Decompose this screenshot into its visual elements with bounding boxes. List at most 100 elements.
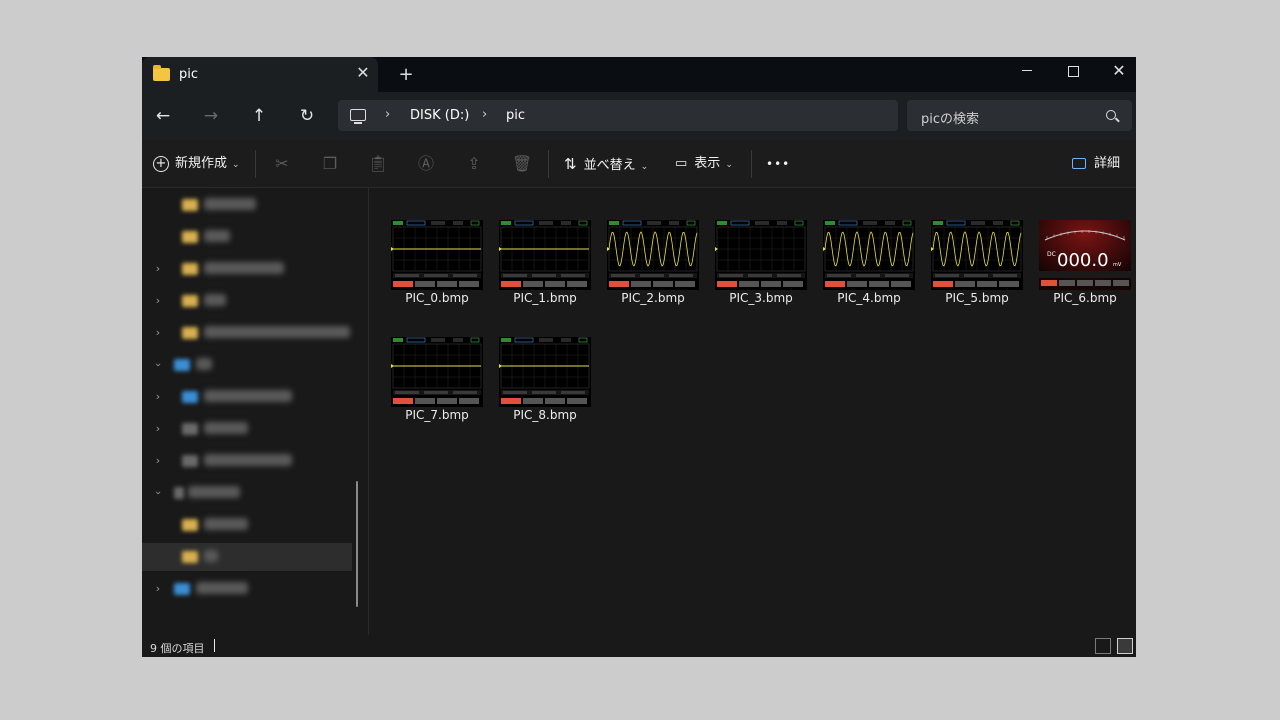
- tree-item[interactable]: ›: [142, 415, 352, 443]
- file-thumbnail: DC 000.0 mV: [1039, 220, 1131, 290]
- large-icons-view-button[interactable]: [1117, 638, 1133, 654]
- explorer-window: pic ✕ + ✕ ← → ↑ ↻ › DISK (D:) › pic picの…: [142, 57, 1136, 657]
- drive-icon: [174, 487, 184, 499]
- file-name: PIC_1.bmp: [513, 291, 577, 305]
- tree-item[interactable]: [142, 191, 352, 219]
- view-icon: ▭: [675, 156, 688, 171]
- thumbnail-image: [499, 337, 591, 407]
- sidebar-scrollbar[interactable]: [356, 481, 358, 607]
- share-icon[interactable]: ⇪: [458, 148, 490, 180]
- file-item[interactable]: PIC_5.bmp: [925, 218, 1029, 328]
- tree-item-label: [196, 358, 212, 370]
- tree-item[interactable]: ›: [142, 351, 352, 379]
- refresh-icon[interactable]: ↻: [291, 102, 323, 130]
- tree-item[interactable]: [142, 511, 352, 539]
- svg-text:000.0: 000.0: [1057, 250, 1109, 271]
- search-input[interactable]: picの検索: [907, 100, 1132, 131]
- network-icon: [174, 583, 190, 595]
- tab-pic[interactable]: pic ✕: [142, 57, 378, 92]
- file-list: PIC_0.bmp PIC_1.bmp PIC_2.bmp PIC_3.bmp PIC_…: [369, 188, 1136, 635]
- chevron-down-icon: ⌄: [640, 162, 649, 172]
- status-bar: 9 個の項目: [142, 635, 1136, 657]
- breadcrumb-disk[interactable]: DISK (D:): [410, 108, 469, 123]
- details-pane-button[interactable]: 詳細: [1072, 148, 1120, 180]
- chevron-down-icon[interactable]: ›: [150, 358, 166, 372]
- file-thumbnail: [931, 220, 1023, 290]
- chevron-right-icon[interactable]: ›: [151, 581, 165, 597]
- paste-icon[interactable]: 📋︎: [362, 148, 394, 180]
- minimize-button[interactable]: [1004, 57, 1050, 87]
- thumbnail-image: [391, 220, 483, 290]
- folder-icon: [182, 551, 198, 563]
- more-options-button[interactable]: •••: [766, 148, 790, 180]
- new-button[interactable]: + 新規作成 ⌄: [153, 148, 240, 180]
- tree-item[interactable]: ›: [142, 255, 352, 283]
- tree-item-label: [204, 326, 350, 338]
- tree-item-label: [204, 198, 256, 210]
- view-button[interactable]: ▭ 表示 ⌄: [675, 148, 733, 180]
- sort-button[interactable]: ⇅ 並べ替え ⌄: [564, 148, 648, 180]
- chevron-right-icon[interactable]: ›: [151, 453, 165, 469]
- chevron-right-icon[interactable]: ›: [151, 325, 165, 341]
- close-window-button[interactable]: ✕: [1096, 57, 1136, 87]
- file-item[interactable]: PIC_2.bmp: [601, 218, 705, 328]
- title-bar: pic ✕ + ✕: [142, 57, 1136, 92]
- file-name: PIC_2.bmp: [621, 291, 685, 305]
- maximize-button[interactable]: [1050, 57, 1096, 87]
- chevron-right-icon[interactable]: ›: [385, 107, 390, 122]
- tree-item[interactable]: [142, 223, 352, 251]
- file-item[interactable]: PIC_4.bmp: [817, 218, 921, 328]
- chevron-right-icon[interactable]: ›: [151, 421, 165, 437]
- chevron-right-icon[interactable]: ›: [151, 293, 165, 309]
- file-item[interactable]: DC 000.0 mV PIC_6.bmp: [1033, 218, 1136, 328]
- breadcrumb-pic[interactable]: pic: [506, 108, 525, 123]
- chevron-down-icon: ⌄: [232, 160, 240, 170]
- search-icon[interactable]: [1106, 110, 1116, 120]
- thumbnail-image: [715, 220, 807, 290]
- file-item[interactable]: PIC_3.bmp: [709, 218, 813, 328]
- address-bar[interactable]: › DISK (D:) › pic: [338, 100, 898, 131]
- tree-item[interactable]: ›: [142, 383, 352, 411]
- thumbnail-image: [499, 220, 591, 290]
- chevron-right-icon[interactable]: ›: [151, 389, 165, 405]
- rename-icon[interactable]: Ⓐ: [410, 148, 442, 180]
- divider: [255, 150, 256, 178]
- chevron-down-icon[interactable]: ›: [150, 486, 166, 500]
- tree-item[interactable]: ›: [142, 447, 352, 475]
- file-name: PIC_4.bmp: [837, 291, 901, 305]
- file-item[interactable]: PIC_8.bmp: [493, 335, 597, 445]
- file-item[interactable]: PIC_0.bmp: [385, 218, 489, 328]
- up-arrow-icon[interactable]: ↑: [243, 102, 275, 130]
- search-placeholder: picの検索: [921, 112, 980, 127]
- tree-item-label: [204, 454, 292, 466]
- plus-icon: +: [153, 155, 169, 172]
- chevron-right-icon[interactable]: ›: [151, 261, 165, 277]
- folder-icon: [182, 199, 198, 211]
- tree-item-label: [204, 550, 218, 562]
- close-icon[interactable]: ✕: [353, 63, 373, 83]
- file-item[interactable]: PIC_7.bmp: [385, 335, 489, 445]
- chevron-right-icon[interactable]: ›: [482, 107, 487, 122]
- forward-arrow-icon[interactable]: →: [195, 102, 227, 130]
- svg-text:mV: mV: [1113, 262, 1122, 268]
- tree-item-selected[interactable]: [142, 543, 352, 571]
- tree-item-label: [204, 294, 226, 306]
- details-view-button[interactable]: [1095, 638, 1111, 654]
- thumbnail-image: [931, 220, 1023, 290]
- cut-icon[interactable]: ✂: [266, 148, 298, 180]
- tree-item[interactable]: ›: [142, 575, 352, 603]
- tree-item[interactable]: ›: [142, 319, 352, 347]
- svg-text:DC: DC: [1047, 251, 1056, 258]
- tab-title: pic: [179, 67, 199, 82]
- tree-item-label: [204, 262, 284, 274]
- text-caret: [214, 639, 215, 652]
- copy-icon[interactable]: ❐: [314, 148, 346, 180]
- plus-icon[interactable]: +: [395, 64, 417, 86]
- tree-item[interactable]: ›: [142, 479, 352, 507]
- file-item[interactable]: PIC_1.bmp: [493, 218, 597, 328]
- folder-icon: [182, 231, 198, 243]
- tree-item[interactable]: ›: [142, 287, 352, 315]
- command-bar: + 新規作成 ⌄ ✂ ❐ 📋︎ Ⓐ ⇪ 🗑︎ ⇅ 並べ替え ⌄ ▭ 表示 ⌄ ••• 詳細: [142, 140, 1136, 188]
- delete-icon[interactable]: 🗑︎: [506, 148, 538, 180]
- back-arrow-icon[interactable]: ←: [147, 102, 179, 130]
